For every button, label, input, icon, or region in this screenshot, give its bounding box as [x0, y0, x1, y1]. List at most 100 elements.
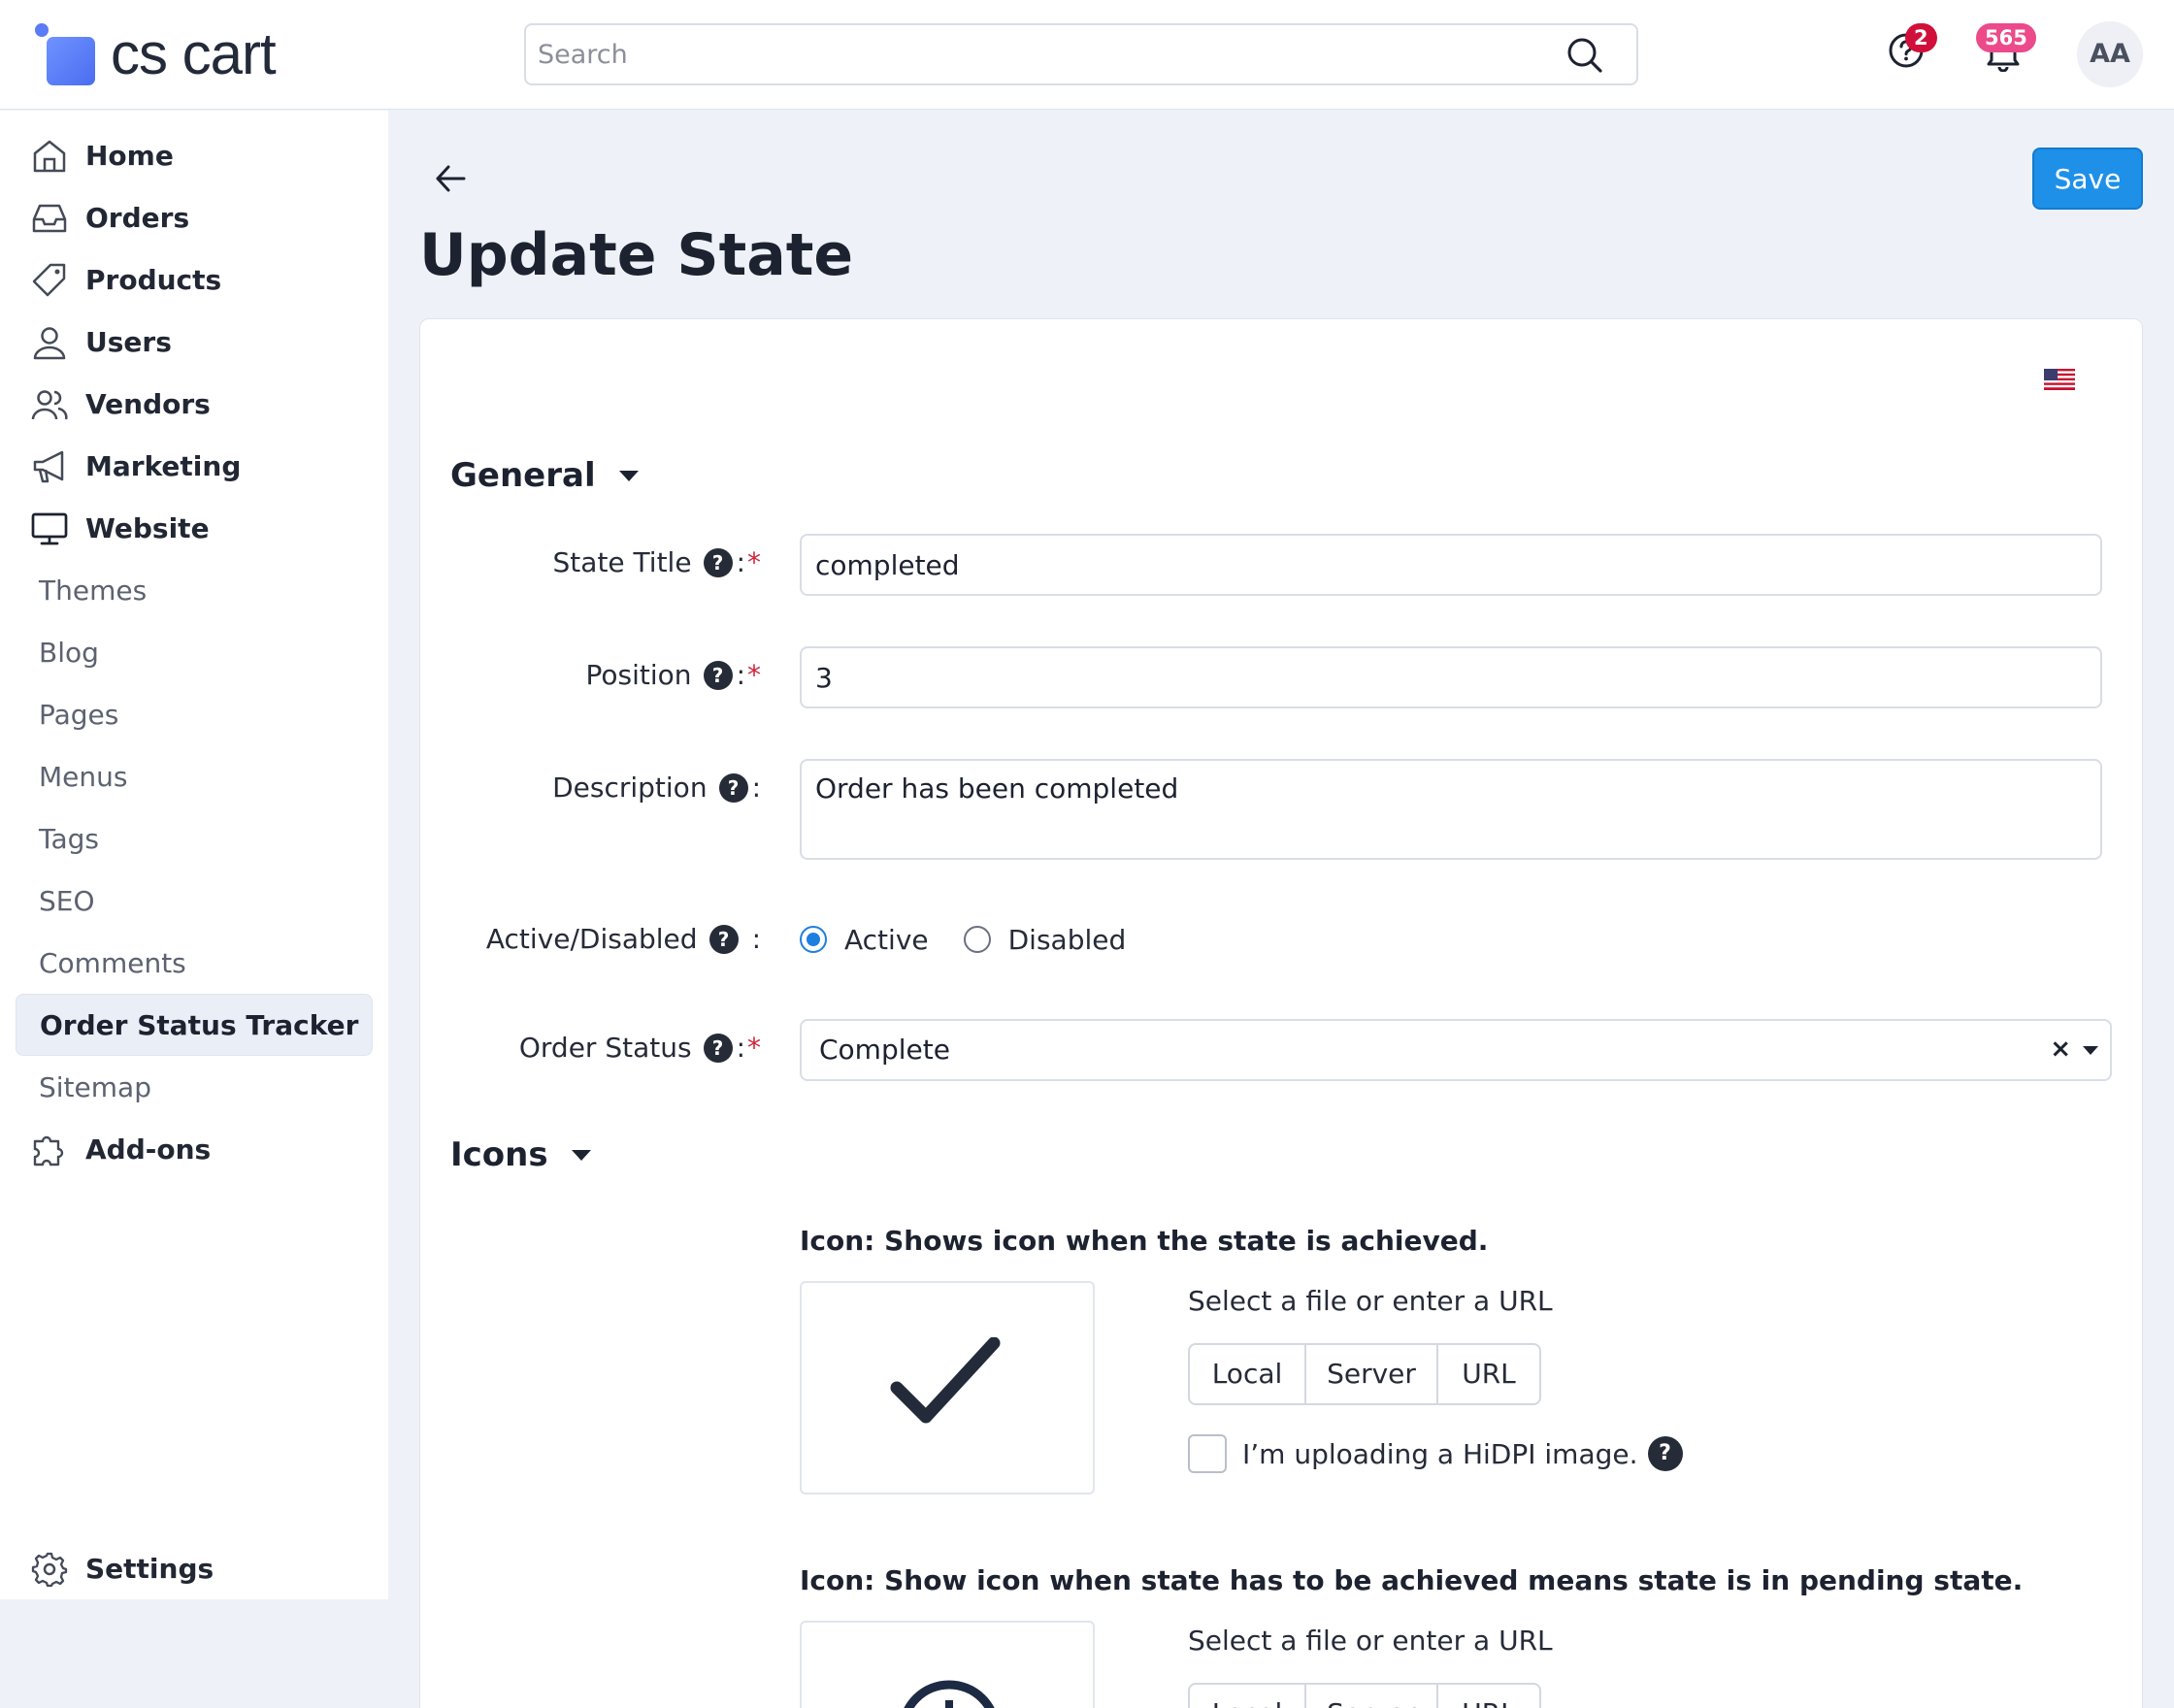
sidebar-subitem-pages[interactable]: Pages	[16, 683, 373, 745]
sidebar-item-home[interactable]: Home	[0, 124, 388, 186]
arrow-left-icon	[433, 161, 468, 196]
sidebar-subitem-label: Comments	[39, 946, 186, 979]
sidebar-item-website[interactable]: Website	[0, 497, 388, 559]
achieved-url-button[interactable]: URL	[1438, 1345, 1539, 1403]
form-card	[419, 318, 2143, 1708]
sidebar-item-users[interactable]: Users	[0, 311, 388, 373]
sidebar-item-addons[interactable]: Add-ons	[0, 1118, 388, 1180]
monitor-icon	[31, 510, 68, 547]
inbox-icon	[31, 200, 68, 237]
pending-icon-preview	[800, 1621, 1095, 1708]
sidebar-subitem-label: Themes	[39, 574, 148, 607]
sidebar-subitem-order-status-tracker[interactable]: Order Status Tracker	[16, 994, 373, 1056]
sidebar-subitem-label: Tags	[39, 822, 99, 855]
active-disabled-label: Active/Disabled ?:	[485, 923, 761, 955]
sidebar-subitem-blog[interactable]: Blog	[16, 621, 373, 683]
sidebar-subitem-themes[interactable]: Themes	[16, 559, 373, 621]
state-title-input[interactable]	[800, 534, 2102, 596]
achieved-icon-preview	[800, 1281, 1095, 1494]
pending-file-hint: Select a file or enter a URL	[1188, 1625, 1553, 1657]
order-status-label: Order Status ?: *	[518, 1032, 761, 1064]
position-label: Position ?: *	[585, 659, 761, 691]
page-title: Update State	[419, 221, 854, 289]
sidebar-subitem-label: Menus	[39, 760, 128, 793]
logo-mark-icon	[31, 19, 99, 89]
sidebar-item-settings[interactable]: Settings	[0, 1537, 388, 1599]
state-title-label-text: State Title	[552, 546, 692, 578]
achieved-file-hint: Select a file or enter a URL	[1188, 1285, 1553, 1317]
cs-cart-logo[interactable]: cs cart	[31, 19, 277, 89]
sidebar-item-label: Settings	[85, 1552, 214, 1585]
section-general-toggle[interactable]: General	[450, 456, 639, 495]
order-status-value: Complete	[819, 1034, 950, 1066]
pending-url-button[interactable]: URL	[1438, 1685, 1539, 1708]
radio-active[interactable]: Active	[800, 924, 929, 956]
gear-icon	[31, 1551, 68, 1588]
back-button[interactable]	[433, 161, 468, 196]
sidebar-item-vendors[interactable]: Vendors	[0, 373, 388, 435]
sidebar-item-products[interactable]: Products	[0, 248, 388, 311]
sidebar-item-label: Website	[85, 511, 210, 544]
section-icons-toggle[interactable]: Icons	[450, 1135, 591, 1174]
help-icon[interactable]: ?	[1647, 1436, 1683, 1471]
sidebar-subitem-tags[interactable]: Tags	[16, 807, 373, 870]
hidpi-checkbox[interactable]	[1188, 1434, 1227, 1473]
pending-upload-source-group: Local Server URL	[1188, 1683, 1541, 1708]
clock-icon	[895, 1677, 1004, 1708]
sidebar-item-marketing[interactable]: Marketing	[0, 435, 388, 497]
sidebar: Home Orders Products Users Vendors Marke…	[0, 111, 388, 1599]
pending-server-button[interactable]: Server	[1306, 1685, 1438, 1708]
megaphone-icon	[31, 448, 68, 485]
help-icon[interactable]: ?	[708, 924, 739, 954]
section-general-title: General	[450, 456, 596, 495]
user-avatar[interactable]: AA	[2077, 21, 2143, 87]
achieved-icon-heading: Icon: Shows icon when the state is achie…	[800, 1225, 1489, 1257]
help-badge: 2	[1905, 23, 1937, 52]
description-textarea[interactable]: Order has been completed	[800, 759, 2102, 860]
achieved-upload-source-group: Local Server URL	[1188, 1343, 1541, 1405]
section-icons-title: Icons	[450, 1135, 548, 1174]
search-icon[interactable]	[1566, 37, 1603, 74]
description-label-text: Description	[552, 772, 708, 804]
order-status-select[interactable]: Complete ×	[800, 1019, 2112, 1081]
user-icon	[31, 324, 68, 361]
achieved-server-button[interactable]: Server	[1306, 1345, 1438, 1403]
help-icon[interactable]: ?	[703, 660, 733, 690]
sidebar-item-label: Add-ons	[85, 1133, 212, 1166]
hidpi-label: I’m uploading a HiDPI image.	[1242, 1437, 1638, 1470]
sidebar-subitem-label: Pages	[39, 698, 119, 731]
help-icon[interactable]: ?	[718, 772, 748, 803]
sidebar-subitem-label: Blog	[39, 636, 99, 669]
radio-active-label: Active	[844, 923, 929, 956]
sidebar-subitem-seo[interactable]: SEO	[16, 870, 373, 932]
caret-down-icon	[618, 470, 639, 481]
chevron-down-icon	[2083, 1046, 2098, 1055]
top-bar: cs cart 2 565 AA	[0, 0, 2174, 110]
search-box	[524, 23, 1638, 85]
save-button[interactable]: Save	[2032, 148, 2143, 210]
achieved-local-button[interactable]: Local	[1190, 1345, 1306, 1403]
pending-local-button[interactable]: Local	[1190, 1685, 1306, 1708]
sidebar-item-orders[interactable]: Orders	[0, 186, 388, 248]
users-icon	[31, 386, 68, 423]
radio-disabled[interactable]: Disabled	[963, 924, 1126, 956]
tag-icon	[31, 262, 68, 299]
position-label-text: Position	[585, 659, 692, 691]
us-flag-icon[interactable]	[2044, 369, 2075, 390]
clear-icon[interactable]: ×	[2050, 1035, 2071, 1064]
position-input[interactable]	[800, 646, 2102, 708]
search-input[interactable]	[526, 25, 1535, 83]
order-status-label-text: Order Status	[518, 1032, 692, 1064]
logo-text: cs cart	[111, 21, 277, 86]
sidebar-subitem-comments[interactable]: Comments	[16, 932, 373, 994]
sidebar-item-label: Marketing	[85, 449, 242, 482]
hidpi-checkbox-row[interactable]: I’m uploading a HiDPI image. ?	[1188, 1434, 1683, 1473]
sidebar-subitem-label: Order Status Tracker	[40, 1008, 359, 1041]
sidebar-subitem-menus[interactable]: Menus	[16, 745, 373, 807]
pending-icon-heading: Icon: Show icon when state has to be ach…	[800, 1564, 2024, 1596]
help-icon[interactable]: ?	[703, 547, 733, 577]
sidebar-item-label: Products	[85, 263, 222, 296]
description-label: Description ?:	[552, 772, 761, 804]
help-icon[interactable]: ?	[703, 1033, 733, 1063]
sidebar-subitem-sitemap[interactable]: Sitemap	[16, 1056, 373, 1118]
